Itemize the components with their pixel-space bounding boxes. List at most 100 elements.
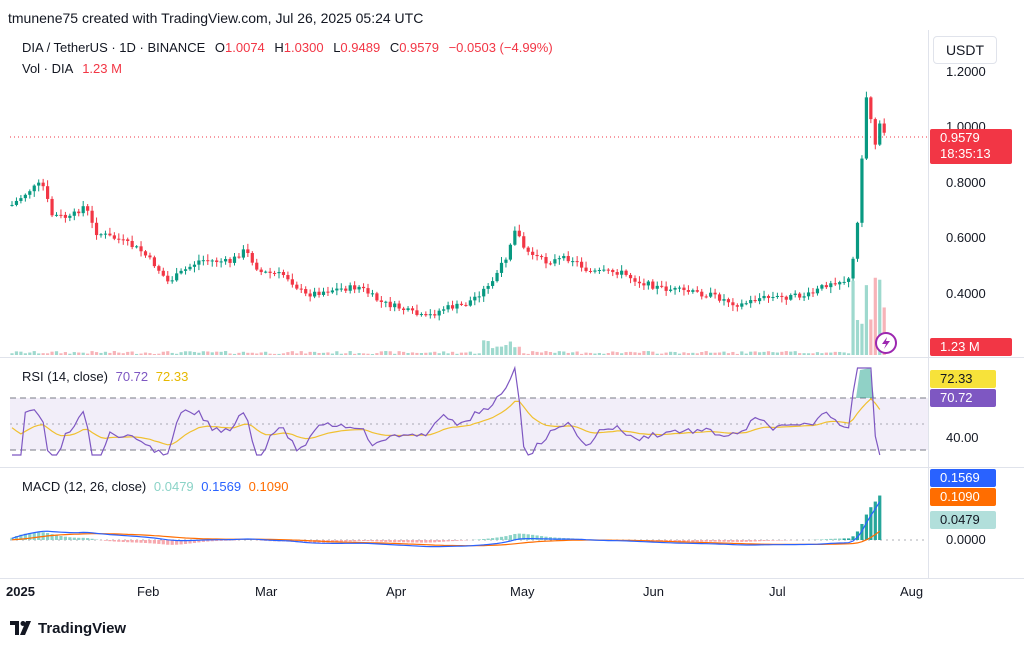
candle-body	[731, 302, 735, 306]
macd-hist-bar	[366, 540, 370, 542]
candle-body	[677, 287, 682, 289]
candle-body	[259, 269, 263, 273]
candle-body	[201, 260, 205, 262]
volume-bar	[522, 353, 526, 355]
volume-bar	[428, 352, 432, 355]
candle-body	[860, 158, 864, 223]
macd-hist-bar	[508, 535, 512, 540]
volume-bar	[637, 352, 642, 355]
macd-hist-bar	[344, 540, 348, 542]
tradingview-logo-icon	[10, 621, 31, 635]
candle-body	[637, 281, 642, 284]
candle-body	[713, 292, 717, 295]
volume-bar	[753, 351, 757, 355]
candle-body	[264, 271, 268, 273]
candle-body	[758, 298, 762, 302]
volume-bar	[446, 353, 450, 355]
volume-bar	[170, 352, 174, 355]
macd-hist-bar	[63, 536, 67, 540]
macd-hist-bar	[370, 540, 375, 542]
macd-hist-bar	[135, 540, 139, 543]
candle-body	[339, 288, 343, 290]
time-tick: Apr	[386, 584, 407, 599]
macd-hist-bar	[357, 540, 361, 542]
candle-body	[642, 283, 646, 286]
macd-hist-bar	[833, 538, 837, 540]
volume-bar	[32, 351, 36, 355]
volume-bar	[232, 353, 237, 355]
candle-body	[446, 305, 450, 310]
candle-body	[477, 296, 481, 298]
candle-body	[749, 300, 753, 304]
candle-body	[544, 257, 548, 264]
price-tick: 0.8000	[946, 175, 986, 190]
price-tick: 0.6000	[946, 230, 986, 245]
volume-bar	[864, 285, 868, 355]
volume-bar	[41, 353, 45, 355]
candle-body	[646, 281, 650, 286]
macd-hist-bar	[379, 540, 383, 542]
macd-hist-bar	[406, 540, 410, 543]
candle-body	[740, 303, 744, 307]
macd-hist-bar	[148, 540, 152, 544]
volume-bar	[744, 353, 748, 355]
candle-body	[673, 287, 677, 290]
candle-body	[517, 230, 521, 237]
volume-bar	[531, 351, 535, 355]
currency-button[interactable]: USDT	[933, 36, 997, 64]
volume-bar	[811, 353, 815, 355]
candle-body	[615, 272, 619, 275]
volume-bar	[277, 353, 281, 355]
volume-bar	[410, 352, 415, 355]
candle-body	[571, 261, 575, 263]
volume-bar	[833, 351, 837, 355]
volume-bar	[615, 352, 619, 355]
volume-bar	[206, 351, 210, 355]
lightning-button[interactable]	[875, 332, 897, 354]
candlestick-series	[10, 91, 886, 321]
chart-canvas[interactable]	[0, 0, 928, 578]
tradingview-logo[interactable]: TradingView	[10, 619, 126, 637]
candle-body	[424, 314, 428, 316]
macd-hist-bar	[709, 540, 713, 542]
candle-body	[210, 260, 214, 262]
candle-body	[584, 267, 588, 271]
macd-hist-bar	[455, 540, 459, 541]
candle-body	[775, 295, 779, 297]
volume-bar	[704, 351, 708, 355]
volume-bar	[299, 351, 303, 355]
candle-body	[268, 271, 272, 273]
volume-bar	[272, 353, 277, 355]
volume-bar	[313, 351, 317, 355]
volume-bar	[869, 319, 873, 355]
candle-body	[419, 314, 423, 316]
volume-bar	[406, 353, 410, 355]
candle-body	[357, 286, 361, 290]
volume-bar	[660, 353, 664, 355]
volume-bar	[824, 352, 828, 355]
macd-hist-bar	[726, 540, 731, 542]
candle-body	[468, 300, 472, 306]
candle-body	[415, 310, 419, 315]
candle-body	[655, 285, 659, 289]
volume-bar	[566, 352, 570, 355]
macd-hist-bar	[117, 540, 121, 542]
macd-hist-bar	[108, 540, 112, 542]
macd-hist-bar	[740, 540, 744, 542]
candle-body	[54, 214, 59, 216]
macd-hist-bar	[419, 540, 423, 543]
volume-bar	[588, 352, 593, 355]
volume-bar	[330, 353, 334, 355]
macd-hist-bar	[731, 540, 735, 542]
candle-body	[766, 295, 771, 298]
candle-body	[277, 272, 281, 274]
candle-body	[566, 256, 570, 262]
macd-hist-bar	[450, 540, 455, 542]
volume-bar	[37, 353, 41, 355]
candle-body	[370, 293, 375, 295]
macd-hist-bar	[477, 539, 481, 540]
candle-body	[72, 211, 76, 216]
volume-bar	[228, 353, 232, 355]
macd-hist-bar	[126, 540, 130, 543]
volume-bar	[179, 352, 183, 355]
